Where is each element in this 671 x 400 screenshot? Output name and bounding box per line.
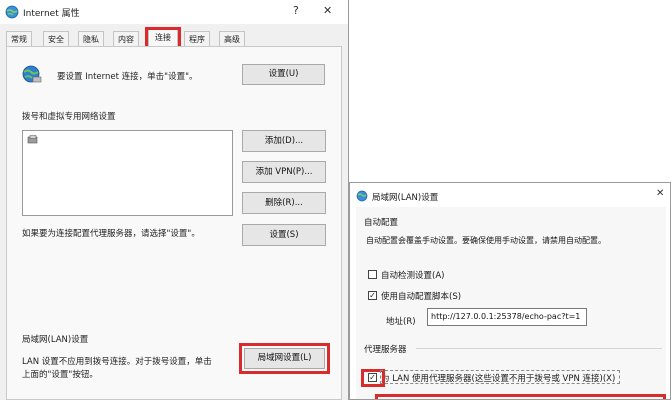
setup-button[interactable]: 设置(U) [242, 64, 325, 85]
lan-settings-dialog: 局域网(LAN)设置 ✕ 自动配置 自动配置会覆盖手动设置。要确保使用手动设置，… [349, 182, 671, 400]
remove-button[interactable]: 删除(R)... [242, 192, 326, 214]
tab-general[interactable]: 常规 [6, 31, 32, 46]
lan-desc-line1: LAN 设置不应用到拨号连接。对于拨号设置，单击 [22, 357, 212, 367]
address-input[interactable]: http://127.0.0.1:25378/echo-pac?t=1 [427, 308, 587, 326]
lan-close-button[interactable]: ✕ [656, 188, 664, 199]
tab-security[interactable]: 安全 [43, 31, 69, 46]
help-button[interactable]: ? [293, 4, 299, 17]
tab-privacy[interactable]: 隐私 [78, 31, 104, 46]
proxy-hint-text: 如果要为连接配置代理服务器，请选择"设置"。 [22, 229, 200, 239]
add-button[interactable]: 添加(D)... [242, 130, 326, 152]
tab-advanced[interactable]: 高级 [219, 31, 245, 46]
lan-globe-icon [356, 190, 368, 202]
lan-desc-line2: 上面的"设置"按钮。 [22, 370, 98, 380]
connections-list[interactable] [22, 130, 233, 216]
auto-detect-label: 自动检测设置(A) [381, 271, 445, 281]
proxy-section-divider [416, 348, 662, 349]
internet-globe-icon [5, 5, 19, 19]
highlight-proxy-settings-area [375, 394, 666, 399]
connection-item-icon [27, 135, 38, 144]
lan-section-title: 局域网(LAN)设置 [22, 335, 89, 345]
internet-properties-window: Internet 属性 ? ✕ 常规 安全 隐私 内容 连接 程序 高级 要设置… [0, 0, 349, 400]
title-bar: Internet 属性 ? ✕ [0, 0, 348, 24]
tab-programs[interactable]: 程序 [184, 31, 210, 46]
dialup-section-title: 拨号和虚拟专用网络设置 [22, 112, 116, 122]
auto-config-title: 自动配置 [364, 218, 399, 228]
proxy-label-focus-rect [380, 370, 620, 384]
lan-dialog-title: 局域网(LAN)设置 [372, 193, 439, 203]
use-script-checkbox[interactable]: ✓ [368, 291, 377, 300]
use-script-label: 使用自动配置脚本(S) [381, 292, 462, 302]
highlight-lan-settings-button [239, 343, 330, 374]
auto-config-desc: 自动配置会覆盖手动设置。要确保使用手动设置，请禁用自动配置。 [366, 236, 606, 245]
settings-button[interactable]: 设置(S) [242, 224, 326, 246]
tab-content[interactable]: 内容 [113, 31, 139, 46]
setup-text: 要设置 Internet 连接，单击"设置"。 [57, 72, 198, 82]
network-globe-icon [22, 65, 42, 83]
add-vpn-button[interactable]: 添加 VPN(P)... [242, 161, 326, 183]
auto-detect-checkbox[interactable] [368, 270, 377, 279]
address-label: 地址(R) [386, 317, 416, 327]
window-title: Internet 属性 [23, 9, 80, 19]
proxy-section-title: 代理服务器 [364, 345, 407, 355]
close-button[interactable]: ✕ [323, 4, 332, 17]
